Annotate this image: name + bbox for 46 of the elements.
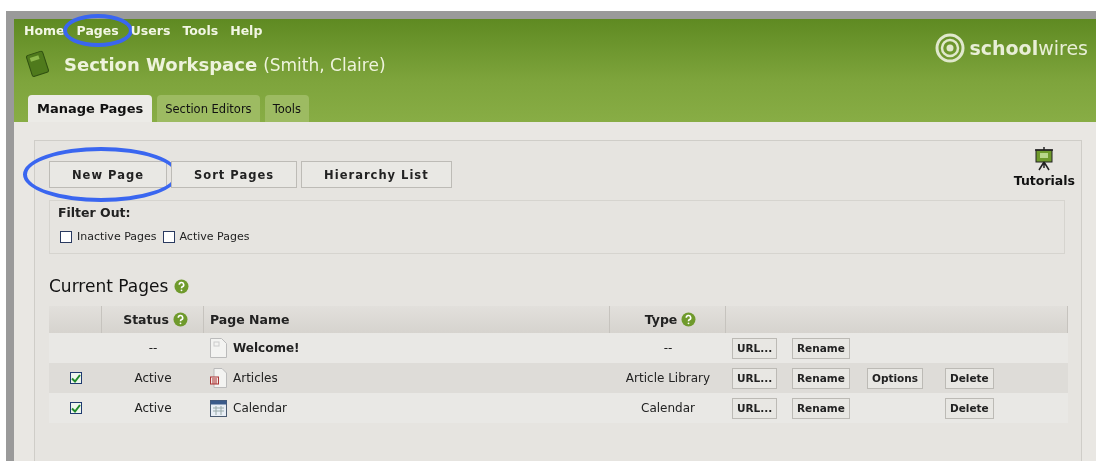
status-text: --	[148, 341, 158, 355]
row-button[interactable]: URL...	[732, 397, 778, 419]
status-text: Active	[134, 401, 172, 415]
page-icon	[210, 338, 227, 358]
action-button[interactable]: New Page	[49, 161, 167, 188]
tutorials-link[interactable]: Tutorials	[1013, 147, 1075, 188]
checkbox-label: Active Pages	[179, 230, 250, 243]
article-page-icon	[210, 368, 227, 388]
row-button[interactable]: Rename	[792, 337, 850, 359]
row-button[interactable]: Delete	[945, 367, 994, 389]
status-text: Active	[134, 371, 172, 385]
row-button[interactable]: Delete	[945, 397, 994, 419]
checkbox[interactable]	[69, 402, 82, 414]
help-icon[interactable]	[172, 312, 188, 327]
column-label: Status	[123, 312, 169, 327]
page-name[interactable]: Calendar	[233, 401, 287, 415]
type-text: Calendar	[641, 401, 695, 415]
row-button[interactable]: Rename	[792, 367, 850, 389]
type-text: Article Library	[625, 371, 711, 385]
page-name[interactable]: Welcome!	[233, 341, 300, 355]
help-icon[interactable]	[174, 278, 190, 294]
checkbox[interactable]	[69, 372, 82, 384]
help-icon[interactable]	[681, 312, 697, 327]
row-button[interactable]: Rename	[792, 397, 850, 419]
logo-icon	[935, 33, 966, 63]
tab[interactable]: Section Editors	[157, 95, 260, 122]
filter-legend: Filter Out:	[58, 205, 1054, 220]
easel-icon	[1034, 147, 1055, 171]
logo-text: schoolwires	[969, 37, 1088, 59]
page-name[interactable]: Articles	[233, 371, 278, 385]
type-text: --	[663, 341, 673, 355]
checkbox-label: Inactive Pages	[77, 230, 157, 243]
checkbox[interactable]	[162, 230, 175, 243]
action-button[interactable]: Hierarchy List	[301, 161, 452, 188]
tab[interactable]: Tools	[264, 95, 309, 122]
section-heading: Current Pages	[49, 276, 169, 296]
column-label: Page Name	[210, 312, 290, 327]
checkbox[interactable]	[60, 230, 72, 243]
action-button[interactable]: Sort Pages	[170, 161, 298, 188]
row-button[interactable]: Options	[867, 367, 923, 389]
calendar-icon	[210, 399, 227, 417]
row-button[interactable]: URL...	[732, 367, 778, 389]
column-label: Type	[644, 312, 678, 327]
row-button[interactable]: URL...	[732, 337, 778, 359]
workspace-title: Section Workspace (Smith, Claire)	[64, 53, 386, 75]
tab[interactable]: Manage Pages	[28, 95, 153, 122]
